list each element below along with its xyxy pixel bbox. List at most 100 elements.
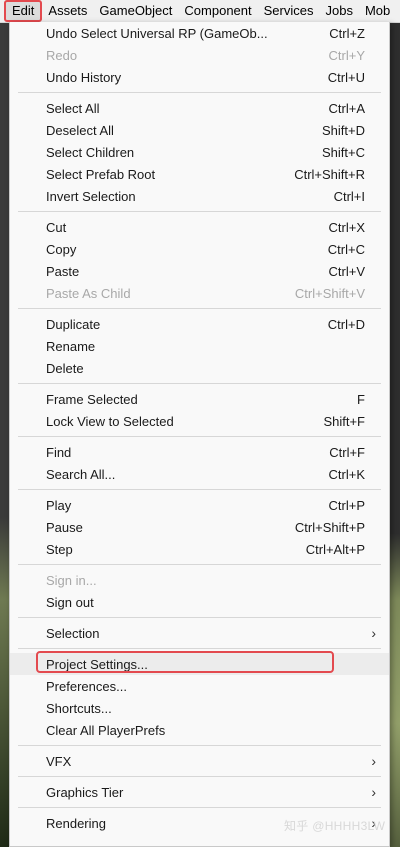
menu-item-label: Cut	[46, 219, 67, 235]
menu-item-label: Undo History	[46, 69, 122, 85]
menu-item-shortcut: Ctrl+K	[328, 466, 365, 482]
menu-item-label: Play	[46, 497, 72, 513]
menu-item-label: Rendering	[46, 815, 106, 831]
menu-separator	[18, 436, 381, 437]
menu-item-label: Step	[46, 541, 73, 557]
menubar-assets[interactable]: Assets	[42, 0, 93, 22]
menubar-component[interactable]: Component	[178, 0, 257, 22]
menu-item-shortcut: Ctrl+C	[327, 241, 365, 257]
menu-item-label: Undo Select Universal RP (GameOb...	[46, 25, 268, 41]
menu-item-label: Shortcuts...	[46, 700, 112, 716]
menu-item-preferences[interactable]: Preferences...	[10, 675, 389, 697]
menu-item-label: Select Children	[46, 144, 135, 160]
menu-item-label: Project Settings...	[46, 656, 148, 672]
menu-item-undo-history[interactable]: Undo History Ctrl+U	[10, 66, 389, 88]
menu-item-label: Frame Selected	[46, 391, 138, 407]
chevron-right-icon: ›	[371, 784, 376, 800]
menu-item-shortcut: Ctrl+A	[328, 100, 365, 116]
menu-item-step[interactable]: Step Ctrl+Alt+P	[10, 538, 389, 560]
menu-item-shortcut: Ctrl+Shift+R	[294, 166, 365, 182]
menu-separator	[18, 308, 381, 309]
menu-item-undo[interactable]: Undo Select Universal RP (GameOb... Ctrl…	[10, 22, 389, 44]
watermark: 知乎 @HHHH3LW	[284, 819, 386, 833]
menu-item-shortcut: Ctrl+F	[329, 444, 365, 460]
menu-item-find[interactable]: Find Ctrl+F	[10, 441, 389, 463]
menubar-edit[interactable]: Edit	[4, 0, 43, 22]
menu-bar: Edit Assets GameObject Component Service…	[0, 0, 400, 23]
chevron-right-icon: ›	[371, 625, 376, 641]
menubar-services[interactable]: Services	[258, 0, 320, 22]
menu-separator	[18, 211, 381, 212]
menu-item-label: Invert Selection	[46, 188, 136, 204]
menu-separator	[18, 617, 381, 618]
menu-item-frame-selected[interactable]: Frame Selected F	[10, 388, 389, 410]
menu-item-shortcut: Ctrl+P	[328, 497, 365, 513]
menu-item-cut[interactable]: Cut Ctrl+X	[10, 216, 389, 238]
menu-item-label: Selection	[46, 625, 100, 641]
menu-item-label: Redo	[46, 47, 78, 63]
menu-item-label: Paste As Child	[46, 285, 131, 301]
menu-item-label: Pause	[46, 519, 83, 535]
menu-item-shortcuts[interactable]: Shortcuts...	[10, 697, 389, 719]
menu-item-label: Search All...	[46, 466, 116, 482]
menu-item-shortcut: Ctrl+Shift+V	[294, 285, 365, 301]
menu-item-label: Preferences...	[46, 678, 127, 694]
menu-item-shortcut: Ctrl+Alt+P	[305, 541, 365, 557]
menu-item-select-prefab-root[interactable]: Select Prefab Root Ctrl+Shift+R	[10, 163, 389, 185]
menu-item-project-settings[interactable]: Project Settings...	[10, 653, 389, 675]
menu-item-vfx[interactable]: VFX ›	[10, 750, 389, 772]
menu-item-shortcut: Ctrl+Z	[329, 25, 365, 41]
menu-item-redo: Redo Ctrl+Y	[10, 44, 389, 66]
menu-item-label: VFX	[46, 753, 72, 769]
menu-item-label: Rename	[46, 338, 96, 354]
menubar-jobs[interactable]: Jobs	[319, 0, 358, 22]
menu-item-label: Sign in...	[46, 572, 97, 588]
menu-item-select-all[interactable]: Select All Ctrl+A	[10, 97, 389, 119]
menu-item-label: Copy	[46, 241, 77, 257]
menu-item-shortcut: Ctrl+U	[327, 69, 365, 85]
edit-dropdown-menu: Undo Select Universal RP (GameOb... Ctrl…	[9, 22, 390, 847]
menu-item-sign-out[interactable]: Sign out	[10, 591, 389, 613]
menu-separator	[18, 383, 381, 384]
menu-item-delete[interactable]: Delete	[10, 357, 389, 379]
menu-item-copy[interactable]: Copy Ctrl+C	[10, 238, 389, 260]
menu-item-shortcut: Ctrl+Y	[328, 47, 365, 63]
menubar-mobile[interactable]: Mob	[359, 0, 396, 22]
menu-item-search-all[interactable]: Search All... Ctrl+K	[10, 463, 389, 485]
menu-item-shortcut: Ctrl+X	[328, 219, 365, 235]
menu-item-lock-view[interactable]: Lock View to Selected Shift+F	[10, 410, 389, 432]
menu-item-shortcut: Ctrl+D	[327, 316, 365, 332]
menu-item-paste[interactable]: Paste Ctrl+V	[10, 260, 389, 282]
menu-item-selection[interactable]: Selection ›	[10, 622, 389, 644]
menu-item-clear-playerprefs[interactable]: Clear All PlayerPrefs	[10, 719, 389, 741]
menu-item-label: Sign out	[46, 594, 94, 610]
menu-item-label: Paste	[46, 263, 80, 279]
menu-separator	[18, 807, 381, 808]
menu-item-deselect-all[interactable]: Deselect All Shift+D	[10, 119, 389, 141]
menu-item-rename[interactable]: Rename	[10, 335, 389, 357]
menu-item-label: Find	[46, 444, 72, 460]
menu-item-label: Deselect All	[46, 122, 114, 138]
menu-item-pause[interactable]: Pause Ctrl+Shift+P	[10, 516, 389, 538]
menu-item-label: Graphics Tier	[46, 784, 124, 800]
menu-item-shortcut: Ctrl+I	[333, 188, 365, 204]
menu-item-shortcut: Ctrl+V	[328, 263, 365, 279]
menu-item-invert-selection[interactable]: Invert Selection Ctrl+I	[10, 185, 389, 207]
menu-item-shortcut: F	[357, 391, 365, 407]
menubar-gameobject[interactable]: GameObject	[93, 0, 178, 22]
menu-item-paste-as-child: Paste As Child Ctrl+Shift+V	[10, 282, 389, 304]
menu-separator	[18, 92, 381, 93]
menu-item-graphics-tier[interactable]: Graphics Tier ›	[10, 781, 389, 803]
menu-separator	[18, 745, 381, 746]
menu-item-label: Clear All PlayerPrefs	[46, 722, 166, 738]
menu-item-shortcut: Shift+D	[322, 122, 365, 138]
menu-item-label: Select Prefab Root	[46, 166, 156, 182]
menu-item-sign-in: Sign in...	[10, 569, 389, 591]
menu-item-play[interactable]: Play Ctrl+P	[10, 494, 389, 516]
menu-item-label: Duplicate	[46, 316, 101, 332]
menu-item-label: Delete	[46, 360, 84, 376]
menu-item-select-children[interactable]: Select Children Shift+C	[10, 141, 389, 163]
menu-item-duplicate[interactable]: Duplicate Ctrl+D	[10, 313, 389, 335]
menu-item-shortcut: Shift+C	[322, 144, 365, 160]
menu-item-shortcut: Ctrl+Shift+P	[294, 519, 365, 535]
